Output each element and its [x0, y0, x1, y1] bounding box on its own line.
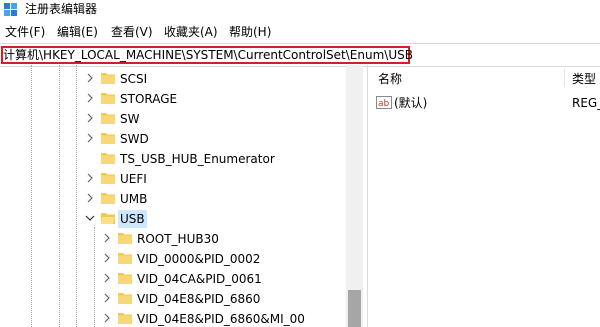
- folder-icon: [101, 73, 115, 84]
- title-bar: 注册表编辑器: [0, 0, 600, 19]
- tree-item-vid-04e8-pid-6860[interactable]: VID_04E8&PID_6860: [0, 289, 345, 309]
- tree-item-storage[interactable]: STORAGE: [0, 89, 345, 109]
- folder-open-icon: [101, 213, 115, 224]
- menu-bar: 文件(F) 编辑(E) 查看(V) 收藏夹(A) 帮助(H): [0, 22, 600, 42]
- menu-edit[interactable]: 编辑(E): [57, 25, 98, 39]
- value-name[interactable]: (默认): [394, 96, 427, 110]
- tree-item-root-hub30[interactable]: ROOT_HUB30: [0, 229, 345, 249]
- tree-item-label[interactable]: VID_04E8&PID_6860&MI_00: [135, 310, 307, 327]
- address-bar[interactable]: 计算机\HKEY_LOCAL_MACHINE\SYSTEM\CurrentCon…: [0, 43, 600, 67]
- tree-item-label[interactable]: USB: [118, 210, 147, 228]
- tree-item-vid-04e8-pid-6860-mi-00[interactable]: VID_04E8&PID_6860&MI_00: [0, 309, 345, 327]
- chevron-right-icon[interactable]: [102, 233, 112, 243]
- registry-tree[interactable]: SCSI STORAGE SW SWD TS_USB_HUB_Enumerato…: [0, 65, 365, 327]
- folder-icon: [118, 313, 132, 324]
- folder-icon: [118, 273, 132, 284]
- tree-item-umb[interactable]: UMB: [0, 189, 345, 209]
- string-value-icon: ab: [376, 96, 392, 109]
- tree-item-label[interactable]: SW: [118, 110, 141, 128]
- chevron-right-icon[interactable]: [102, 313, 112, 323]
- tree-item-label[interactable]: SWD: [118, 130, 151, 148]
- chevron-right-icon[interactable]: [85, 93, 95, 103]
- tree-item-swd[interactable]: SWD: [0, 129, 345, 149]
- tree-item-label[interactable]: VID_04E8&PID_6860: [135, 290, 262, 308]
- tree-item-sw[interactable]: SW: [0, 109, 345, 129]
- chevron-right-icon[interactable]: [102, 253, 112, 263]
- svg-text:ab: ab: [378, 99, 390, 109]
- folder-icon: [101, 173, 115, 184]
- tree-scrollbar[interactable]: [346, 65, 363, 327]
- chevron-right-icon[interactable]: [102, 293, 112, 303]
- tree-item-label[interactable]: VID_0000&PID_0002: [135, 250, 262, 268]
- folder-icon: [101, 133, 115, 144]
- values-list[interactable]: 名称 类型 ab (默认) REG_: [368, 65, 600, 327]
- menu-help[interactable]: 帮助(H): [229, 25, 271, 39]
- folder-icon: [101, 193, 115, 204]
- tree-item-label[interactable]: STORAGE: [118, 90, 179, 108]
- tree-item-label[interactable]: ROOT_HUB30: [135, 230, 221, 248]
- tree-item-vid-04ca-pid-0061[interactable]: VID_04CA&PID_0061: [0, 269, 345, 289]
- folder-icon: [118, 253, 132, 264]
- column-header-type[interactable]: 类型: [572, 72, 596, 86]
- chevron-down-icon[interactable]: [85, 213, 95, 223]
- folder-icon: [101, 93, 115, 104]
- address-path[interactable]: 计算机\HKEY_LOCAL_MACHINE\SYSTEM\CurrentCon…: [3, 48, 413, 62]
- chevron-right-icon[interactable]: [85, 133, 95, 143]
- chevron-right-icon[interactable]: [85, 73, 95, 83]
- registry-editor-icon: [4, 3, 17, 16]
- menu-view[interactable]: 查看(V): [111, 25, 153, 39]
- tree-item-vid-0000-pid-0002[interactable]: VID_0000&PID_0002: [0, 249, 345, 269]
- folder-icon: [101, 153, 115, 164]
- chevron-right-icon[interactable]: [85, 113, 95, 123]
- value-type: REG_: [572, 96, 600, 110]
- value-row[interactable]: ab (默认) REG_: [368, 93, 600, 113]
- tree-item-label[interactable]: VID_04CA&PID_0061: [135, 270, 264, 288]
- tree-item-scsi[interactable]: SCSI: [0, 69, 345, 89]
- chevron-right-icon[interactable]: [85, 173, 95, 183]
- menu-file[interactable]: 文件(F): [5, 25, 45, 39]
- menu-favorites[interactable]: 收藏夹(A): [164, 25, 218, 39]
- tree-item-uefi[interactable]: UEFI: [0, 169, 345, 189]
- folder-icon: [118, 233, 132, 244]
- tree-item-label[interactable]: UEFI: [118, 170, 149, 188]
- tree-item-ts-usb-hub-enumerator[interactable]: TS_USB_HUB_Enumerator: [0, 149, 345, 169]
- chevron-right-icon[interactable]: [102, 273, 112, 283]
- tree-item-label[interactable]: UMB: [118, 190, 149, 208]
- folder-icon: [101, 113, 115, 124]
- column-header-name[interactable]: 名称: [378, 72, 402, 86]
- scrollbar-thumb[interactable]: [348, 290, 361, 327]
- column-divider[interactable]: [564, 69, 565, 87]
- chevron-right-icon[interactable]: [85, 193, 95, 203]
- folder-icon: [118, 293, 132, 304]
- tree-item-usb[interactable]: USB: [0, 209, 345, 229]
- window-title: 注册表编辑器: [25, 2, 98, 16]
- tree-item-label[interactable]: TS_USB_HUB_Enumerator: [118, 150, 277, 168]
- tree-item-label[interactable]: SCSI: [118, 70, 149, 88]
